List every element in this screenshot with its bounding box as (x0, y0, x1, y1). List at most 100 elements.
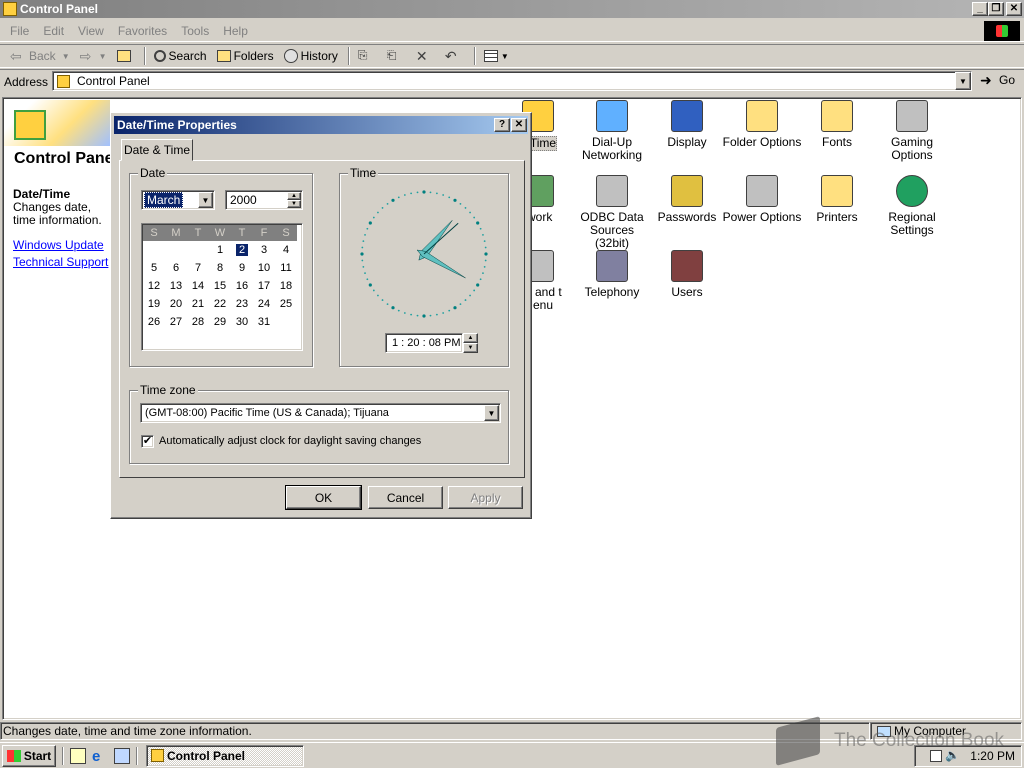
windows-update-link[interactable]: Windows Update (13, 238, 104, 252)
icon-passwords[interactable]: Passwords (647, 175, 727, 224)
delete-button[interactable]: ✕ (416, 48, 435, 64)
icon-printers[interactable]: Printers (797, 175, 877, 224)
icon-display[interactable]: Display (647, 100, 727, 149)
calendar-day[interactable]: 24 (253, 295, 275, 313)
calendar-day[interactable]: 4 (275, 241, 297, 259)
undo-button[interactable]: ↶ (445, 48, 464, 64)
calendar-day[interactable]: 15 (209, 277, 231, 295)
copy-to-button[interactable]: ⎗ (387, 48, 406, 64)
search-button[interactable]: Search (153, 49, 207, 63)
time-down-arrow[interactable]: ▼ (463, 343, 478, 353)
up-folder-button[interactable] (116, 50, 134, 62)
menu-tools[interactable]: Tools (181, 24, 209, 38)
calendar-day[interactable]: 18 (275, 277, 297, 295)
calendar-day[interactable]: 17 (253, 277, 275, 295)
icon-telephony[interactable]: Telephony (572, 250, 652, 299)
calendar-day[interactable]: 23 (231, 295, 253, 313)
icon-gaming-options[interactable]: Gaming Options (872, 100, 952, 162)
tab-date-time[interactable]: Date & Time (121, 139, 193, 161)
calendar-day[interactable]: 5 (143, 259, 165, 277)
dialog-titlebar[interactable]: Date/Time Properties (114, 116, 528, 134)
technical-support-link[interactable]: Technical Support (13, 255, 108, 269)
icon-odbc-data-sources-32bit[interactable]: ODBC Data Sources (32bit) (572, 175, 652, 250)
calendar-day[interactable]: 14 (187, 277, 209, 295)
month-select[interactable]: March ▼ (141, 190, 215, 210)
menu-edit[interactable]: Edit (43, 24, 64, 38)
close-button[interactable]: ✕ (1006, 2, 1022, 16)
cancel-button[interactable]: Cancel (368, 486, 443, 509)
ok-button[interactable]: OK (285, 485, 362, 510)
main-titlebar[interactable]: Control Panel (0, 0, 1024, 18)
menu-view[interactable]: View (78, 24, 104, 38)
back-button[interactable]: ⇦ Back ▼ (10, 48, 70, 64)
calendar-day[interactable]: 9 (231, 259, 253, 277)
calendar-day[interactable]: 8 (209, 259, 231, 277)
year-spinner[interactable]: 2000 ▲ ▼ (225, 190, 303, 210)
address-input[interactable]: Control Panel (52, 71, 972, 91)
icon-dial-up-networking[interactable]: Dial-Up Networking (572, 100, 652, 162)
calendar-day[interactable]: 27 (165, 313, 187, 331)
internet-explorer-icon[interactable]: e (92, 748, 108, 765)
folders-button[interactable]: Folders (216, 49, 274, 63)
calendar-day[interactable]: 11 (275, 259, 297, 277)
task-control-panel[interactable]: Control Panel (146, 744, 304, 767)
clock-minute-mark (479, 227, 482, 230)
calendar-day[interactable]: 6 (165, 259, 187, 277)
icon-folder-options[interactable]: Folder Options (722, 100, 802, 149)
outlook-express-icon[interactable] (114, 747, 130, 764)
icon-regional-settings[interactable]: Regional Settings (872, 175, 952, 237)
year-up-arrow[interactable]: ▲ (287, 192, 301, 200)
menu-help[interactable]: Help (223, 24, 248, 38)
dst-checkbox[interactable]: ✔ (141, 435, 154, 448)
go-button[interactable]: ➜ Go (980, 72, 1015, 88)
calendar-day[interactable]: 12 (143, 277, 165, 295)
history-button[interactable]: History (283, 49, 338, 63)
calendar-day[interactable]: 28 (187, 313, 209, 331)
show-desktop-icon[interactable] (70, 747, 86, 764)
timezone-dropdown-arrow[interactable]: ▼ (484, 405, 499, 421)
calendar-day[interactable]: 1 (209, 241, 231, 259)
start-button[interactable]: Start (2, 744, 56, 767)
minimize-button[interactable]: _ (972, 2, 988, 16)
tray-clock[interactable]: 1:20 PM (970, 749, 1015, 763)
scheduler-tray-icon[interactable] (930, 749, 943, 762)
calendar-day[interactable]: 21 (187, 295, 209, 313)
calendar-day[interactable]: 19 (143, 295, 165, 313)
icon-power-options[interactable]: Power Options (722, 175, 802, 224)
calendar-day[interactable]: 3 (253, 241, 275, 259)
time-up-arrow[interactable]: ▲ (463, 333, 478, 343)
calendar-day[interactable]: 25 (275, 295, 297, 313)
year-down-arrow[interactable]: ▼ (287, 200, 301, 208)
icon-users[interactable]: Users (647, 250, 727, 299)
calendar-day[interactable]: 2 (231, 241, 253, 259)
timezone-select[interactable]: (GMT-08:00) Pacific Time (US & Canada); … (140, 403, 501, 423)
clock-hour-mark (476, 283, 480, 287)
move-to-button[interactable]: ⎘ (358, 48, 377, 64)
dialog-close-button[interactable]: ✕ (511, 118, 527, 132)
selected-day[interactable]: 2 (235, 244, 249, 256)
address-dropdown-button[interactable]: ▼ (955, 72, 971, 90)
calendar-day[interactable]: 31 (253, 313, 275, 331)
forward-button[interactable]: ⇨ ▼ (80, 48, 107, 64)
volume-tray-icon[interactable]: 🔈 (945, 748, 961, 764)
calendar-day[interactable]: 26 (143, 313, 165, 331)
restore-button[interactable]: ❐ (988, 2, 1004, 16)
views-button[interactable]: ▼ (483, 50, 509, 62)
calendar-day[interactable]: 29 (209, 313, 231, 331)
calendar-day[interactable]: 10 (253, 259, 275, 277)
icon-fonts[interactable]: Fonts (797, 100, 877, 149)
menu-favorites[interactable]: Favorites (118, 24, 167, 38)
menu-file[interactable]: File (10, 24, 29, 38)
help-button[interactable]: ? (494, 118, 510, 132)
calendar-day[interactable]: 20 (165, 295, 187, 313)
calendar-day[interactable]: 30 (231, 313, 253, 331)
windows-flag-icon (6, 749, 21, 762)
apply-button[interactable]: Apply (448, 486, 523, 509)
month-dropdown-arrow[interactable]: ▼ (198, 192, 213, 208)
time-spinner[interactable]: 1 : 20 : 08 PM (385, 333, 463, 353)
calendar-day[interactable]: 22 (209, 295, 231, 313)
odbc-data-sources-32bit-icon (596, 175, 628, 207)
calendar-day[interactable]: 16 (231, 277, 253, 295)
calendar-day[interactable]: 13 (165, 277, 187, 295)
calendar-day[interactable]: 7 (187, 259, 209, 277)
